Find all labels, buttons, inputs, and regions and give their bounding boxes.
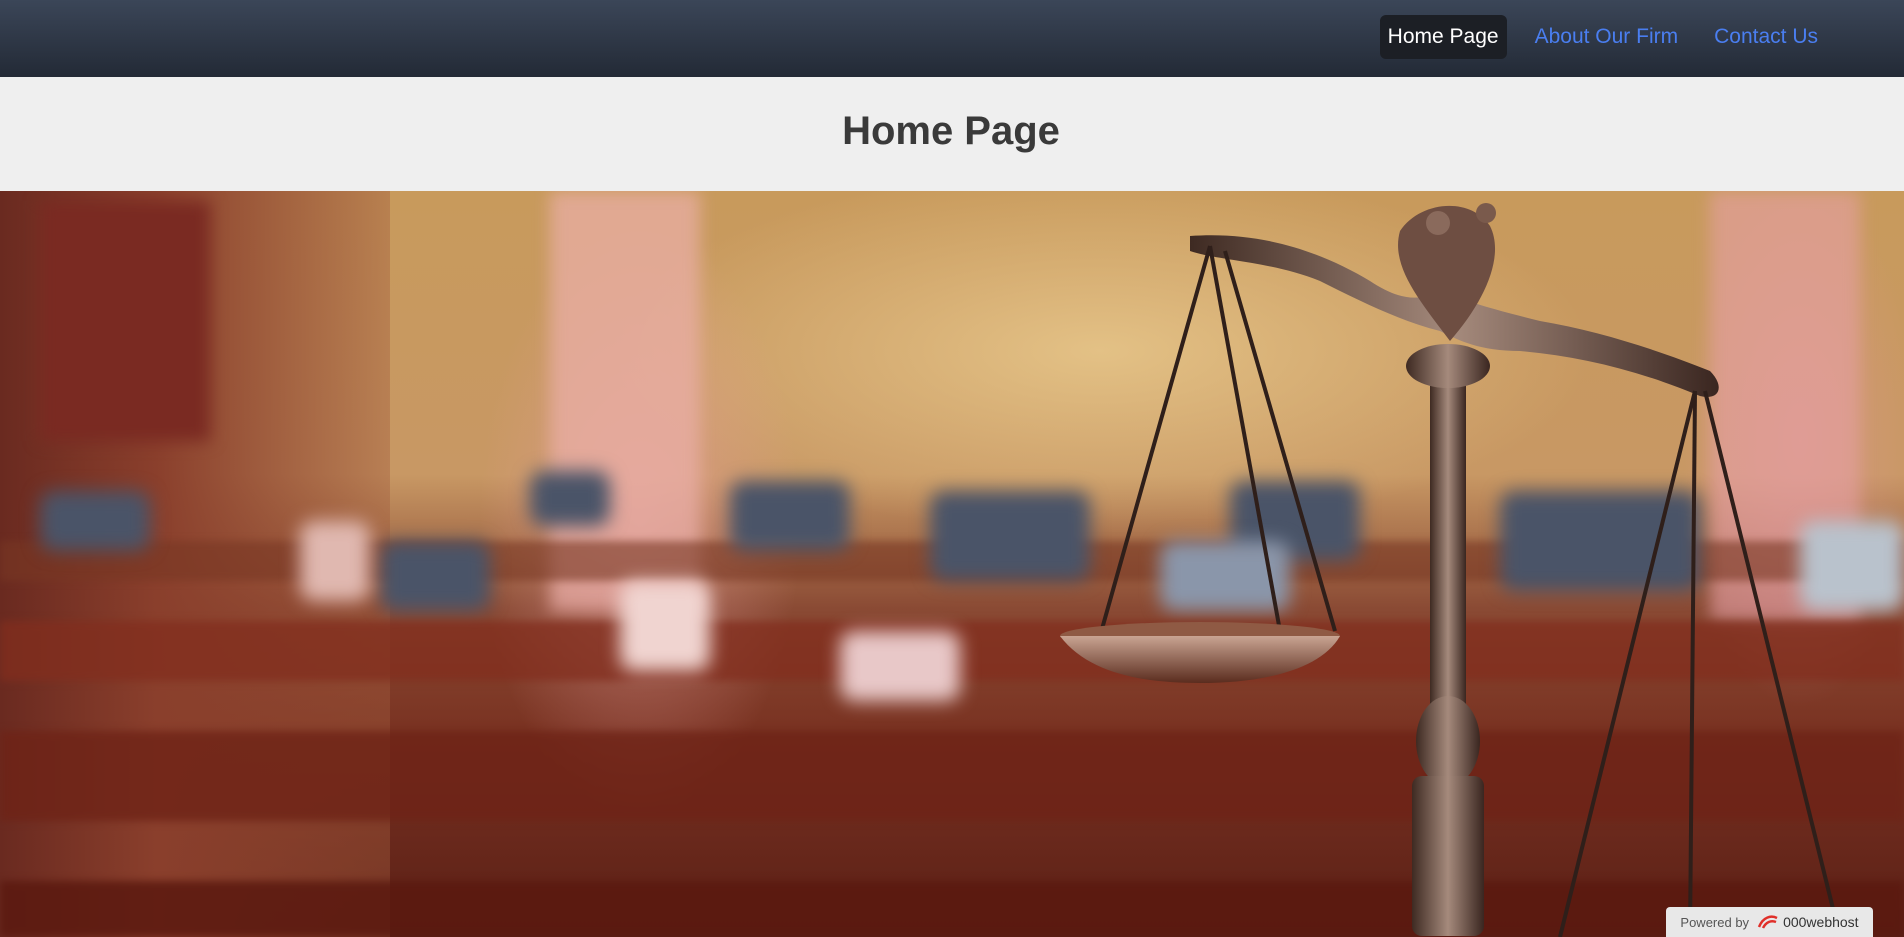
nav-about-link[interactable]: About Our Firm (1527, 15, 1687, 59)
badge-brand: 000webhost (1783, 914, 1859, 930)
powered-by-badge[interactable]: Powered by 000webhost (1666, 907, 1873, 937)
page-header: Home Page (0, 77, 1904, 191)
badge-prefix: Powered by (1680, 914, 1750, 930)
scales-of-justice-icon (1060, 203, 1842, 937)
page-title: Home Page (842, 109, 1060, 153)
nav-links: Home Page About Our Firm Contact Us (1360, 15, 1826, 59)
nav-contact-link[interactable]: Contact Us (1706, 15, 1826, 59)
hero-image (0, 191, 1904, 937)
top-navbar: Home Page About Our Firm Contact Us (0, 0, 1904, 77)
000webhost-logo-icon (1757, 915, 1778, 929)
nav-home-link[interactable]: Home Page (1379, 15, 1507, 59)
